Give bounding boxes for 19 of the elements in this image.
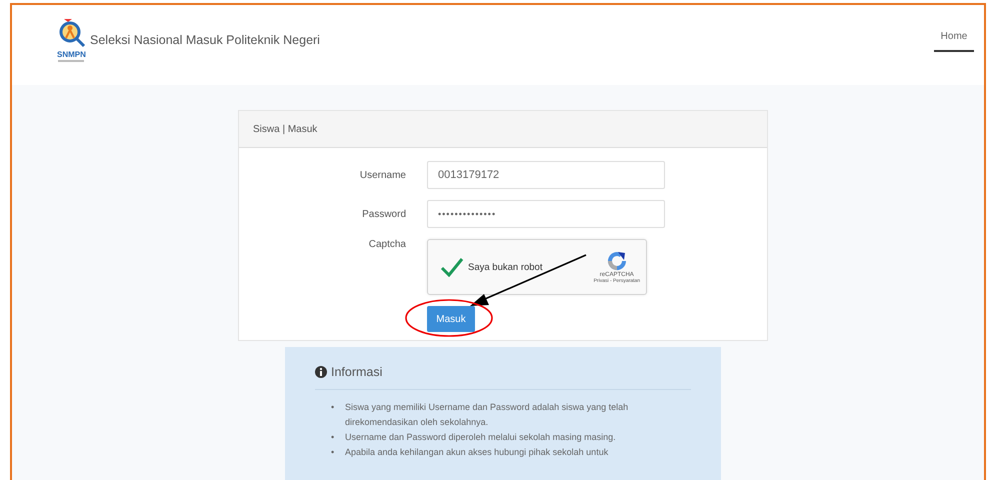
info-icon <box>315 366 327 378</box>
password-field[interactable]: •••••••••••••• <box>427 200 665 228</box>
bullet-marker: • <box>331 446 336 459</box>
card-header: Siswa | Masuk <box>239 111 767 148</box>
field-label: Password <box>361 208 406 220</box>
captcha-label: Saya bukan robot <box>468 262 542 272</box>
info-item: Username dan Password diperoleh melalui sekolah masing masing. <box>345 431 617 444</box>
site-title: Seleksi Nasional Masuk Politeknik Negeri <box>90 33 320 47</box>
field-label: Captcha <box>368 239 406 250</box>
checkmark-icon[interactable] <box>440 257 464 277</box>
info-item: Apabila anda kehilangan akun akses hubungi pihak sekolah untuk <box>345 446 610 459</box>
nav-link[interactable]: Home <box>934 31 974 52</box>
bullet-marker: • <box>331 401 336 414</box>
field-label: Username <box>358 170 406 180</box>
info-item: Siswa yang memiliki Username dan Password adalah siswa yang telah direkomendasikan oleh sekolahnya. <box>345 401 630 429</box>
username-field[interactable]: 0013179172 <box>427 161 665 189</box>
login-button[interactable]: Masuk <box>427 306 475 332</box>
bullet-marker: • <box>331 431 336 444</box>
info-title: Informasi <box>331 365 382 379</box>
